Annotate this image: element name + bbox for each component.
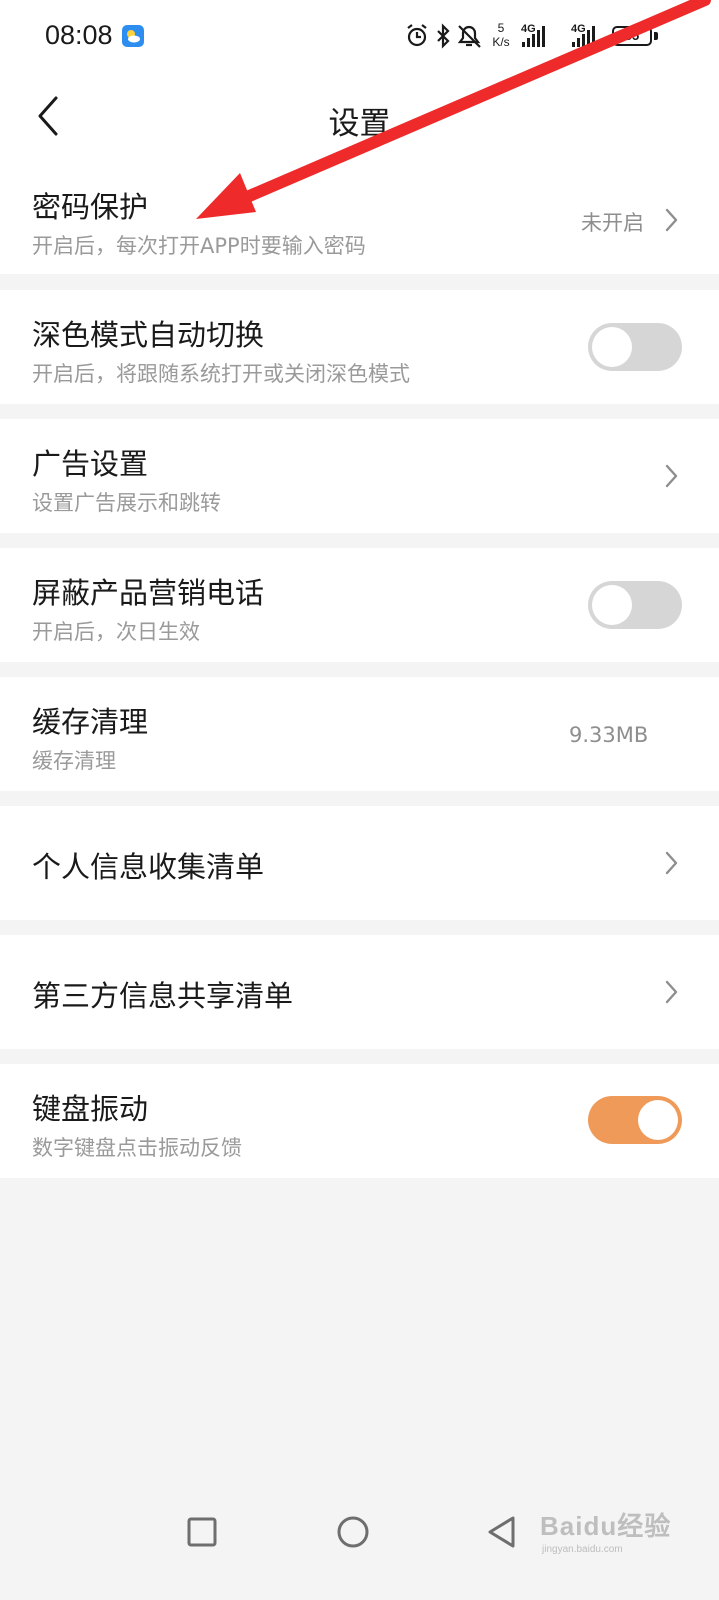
baidu-watermark: Baidu经验 jingyan.baidu.com [540, 1500, 710, 1560]
toggle-knob [592, 585, 632, 625]
recents-square-icon[interactable] [182, 1512, 222, 1552]
setting-title: 第三方信息共享清单 [32, 979, 294, 1013]
setting-subtitle: 开启后，每次打开APP时要输入密码 [32, 234, 366, 258]
chevron-right-icon [665, 464, 678, 488]
weather-icon [122, 25, 144, 47]
setting-subtitle: 开启后，次日生效 [32, 620, 200, 644]
setting-row-password-protection[interactable]: 密码保护 开启后，每次打开APP时要输入密码 未开启 [0, 168, 719, 274]
toggle-knob [592, 327, 632, 367]
setting-row-third-party-sharing-list[interactable]: 第三方信息共享清单 [0, 935, 719, 1049]
sim1-network-label: 4G [521, 23, 536, 35]
back-triangle-icon[interactable] [482, 1512, 522, 1552]
setting-row-personal-info-list[interactable]: 个人信息收集清单 [0, 806, 719, 920]
setting-title: 深色模式自动切换 [32, 318, 265, 352]
setting-subtitle: 设置广告展示和跳转 [32, 491, 221, 515]
setting-row-keyboard-vibration: 键盘振动 数字键盘点击振动反馈 [0, 1064, 719, 1178]
alarm-icon [407, 24, 427, 47]
setting-row-dark-mode-auto: 深色模式自动切换 开启后，将跟随系统打开或关闭深色模式 [0, 290, 719, 404]
watermark-text: Baidu经验 [540, 1511, 672, 1541]
page-title: 设置 [328, 106, 391, 142]
setting-subtitle: 数字键盘点击振动反馈 [32, 1136, 242, 1160]
setting-subtitle: 缓存清理 [32, 749, 116, 773]
toggle-knob [638, 1100, 678, 1140]
block-marketing-toggle[interactable] [588, 581, 682, 629]
setting-title: 广告设置 [32, 447, 149, 481]
setting-value: 未开启 [581, 211, 644, 235]
chevron-right-icon [665, 208, 678, 232]
home-circle-icon[interactable] [333, 1512, 373, 1552]
battery-icon: 55 [612, 26, 652, 46]
setting-row-block-marketing-calls: 屏蔽产品营销电话 开启后，次日生效 [0, 548, 719, 662]
setting-row-cache-clear[interactable]: 缓存清理 缓存清理 9.33MB [0, 677, 719, 791]
setting-title: 密码保护 [32, 190, 149, 224]
chevron-right-icon [665, 851, 678, 875]
dark-mode-toggle[interactable] [588, 323, 682, 371]
header: 设置 [0, 76, 719, 168]
setting-row-ad-settings[interactable]: 广告设置 设置广告展示和跳转 [0, 419, 719, 533]
chevron-right-icon [665, 980, 678, 1004]
net-speed-unit: K/s [492, 35, 510, 49]
net-speed: 5 K/s [488, 21, 514, 49]
setting-title: 屏蔽产品营销电话 [32, 576, 265, 610]
net-speed-value: 5 [497, 21, 505, 35]
status-time: 08:08 [45, 20, 113, 50]
sim2-network-label: 4G [571, 23, 586, 35]
setting-title: 缓存清理 [32, 705, 149, 739]
setting-subtitle: 开启后，将跟随系统打开或关闭深色模式 [32, 362, 410, 386]
keyboard-vibration-toggle[interactable] [588, 1096, 682, 1144]
setting-title: 个人信息收集清单 [32, 850, 265, 884]
status-bar: 08:08 5 K/s 4G 4G 55 [0, 0, 719, 76]
mute-bell-icon [457, 25, 481, 48]
battery-cap [654, 32, 658, 40]
cache-size-value: 9.33MB [569, 723, 649, 747]
setting-title: 键盘振动 [32, 1092, 149, 1126]
watermark-url: jingyan.baidu.com [542, 1544, 623, 1555]
bluetooth-icon [437, 23, 450, 49]
